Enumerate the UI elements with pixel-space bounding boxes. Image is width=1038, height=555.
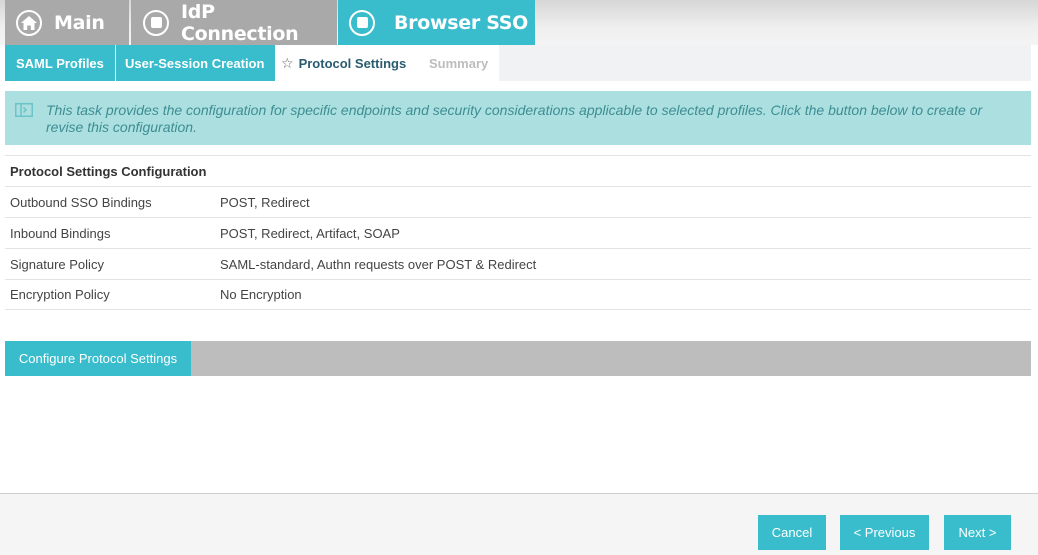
square-circle-icon bbox=[143, 9, 169, 36]
subtab-summary: Summary bbox=[421, 45, 499, 81]
sub-tab-bar: SAML Profiles User-Session Creation ☆ Pr… bbox=[5, 45, 1031, 81]
row-label: Encryption Policy bbox=[10, 287, 110, 302]
row-label: Signature Policy bbox=[10, 256, 104, 272]
row-value: POST, Redirect bbox=[220, 194, 310, 210]
table-title: Protocol Settings Configuration bbox=[10, 163, 207, 179]
table-header-row: Protocol Settings Configuration bbox=[5, 155, 1031, 186]
configure-protocol-settings-button[interactable]: Configure Protocol Settings bbox=[5, 341, 191, 376]
previous-button[interactable]: < Previous bbox=[840, 515, 929, 550]
row-value: POST, Redirect, Artifact, SOAP bbox=[220, 225, 400, 241]
table-row: Inbound Bindings POST, Redirect, Artifac… bbox=[5, 217, 1031, 248]
table-row: Outbound SSO Bindings POST, Redirect bbox=[5, 186, 1031, 217]
subtab-summary-label: Summary bbox=[429, 55, 489, 71]
subtab-user-session-creation-label: User-Session Creation bbox=[125, 55, 265, 71]
tab-browser-sso-label: Browser SSO bbox=[394, 11, 529, 34]
wizard-footer: Cancel < Previous Next > bbox=[0, 493, 1038, 555]
tab-idp-connection-label: IdP Connection bbox=[181, 0, 299, 45]
subtab-protocol-settings[interactable]: ☆ Protocol Settings bbox=[275, 45, 421, 81]
protocol-settings-table: Protocol Settings Configuration Outbound… bbox=[5, 155, 1031, 310]
row-value: No Encryption bbox=[220, 287, 302, 302]
row-value: SAML-standard, Authn requests over POST … bbox=[220, 256, 537, 272]
tab-browser-sso[interactable]: Browser SSO bbox=[338, 0, 535, 45]
info-banner-text: This task provides the configuration for… bbox=[46, 102, 983, 135]
row-label: Inbound Bindings bbox=[10, 225, 111, 241]
table-row: Encryption Policy No Encryption bbox=[5, 279, 1031, 310]
subtab-protocol-settings-label: Protocol Settings bbox=[298, 55, 407, 71]
home-icon bbox=[16, 9, 42, 36]
next-button[interactable]: Next > bbox=[944, 515, 1011, 550]
subtab-user-session-creation[interactable]: User-Session Creation bbox=[116, 45, 275, 81]
subtab-saml-profiles[interactable]: SAML Profiles bbox=[5, 45, 115, 81]
info-banner: This task provides the configuration for… bbox=[5, 91, 1031, 145]
tab-main[interactable]: Main bbox=[5, 0, 129, 45]
table-row: Signature Policy SAML-standard, Authn re… bbox=[5, 248, 1031, 279]
tab-main-label: Main bbox=[54, 11, 105, 34]
star-icon: ☆ bbox=[281, 54, 294, 71]
cancel-button[interactable]: Cancel bbox=[758, 515, 826, 550]
row-label: Outbound SSO Bindings bbox=[10, 194, 152, 210]
square-circle-icon bbox=[349, 9, 375, 36]
action-bar: Configure Protocol Settings bbox=[5, 341, 1031, 376]
wizard-header: Main IdP Connection Browser SSO bbox=[0, 0, 1038, 45]
tab-idp-connection[interactable]: IdP Connection bbox=[131, 0, 337, 45]
info-panel-icon bbox=[15, 103, 33, 117]
subtab-saml-profiles-label: SAML Profiles bbox=[16, 55, 104, 71]
